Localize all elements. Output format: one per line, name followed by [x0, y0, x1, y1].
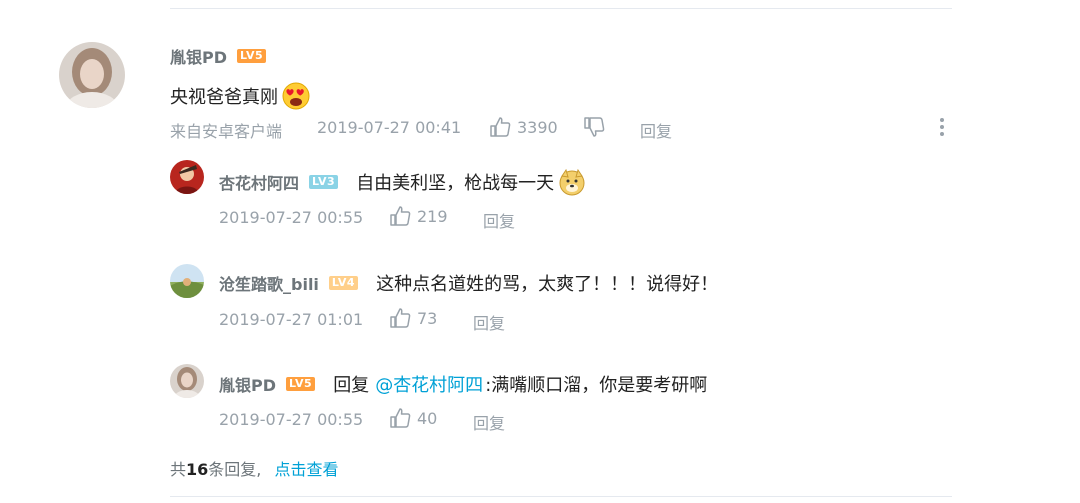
level-badge: LV5 — [286, 377, 316, 391]
reply-avatar[interactable] — [170, 264, 204, 298]
comment-time: 2019-07-27 00:41 — [317, 118, 462, 137]
view-replies-link[interactable]: 点击查看 — [274, 460, 338, 479]
heart-eyes-emoji — [282, 82, 310, 110]
like-count: 219 — [417, 206, 448, 226]
reply-text: 这种点名道姓的骂，太爽了！！！说得好！ — [376, 274, 719, 295]
comment-body: 央视爸爸真刚 — [170, 82, 310, 110]
reply-count-suffix: 条回复, — [208, 460, 262, 479]
like-count: 73 — [417, 308, 438, 328]
reply-avatar[interactable] — [170, 160, 204, 194]
bottom-divider — [170, 496, 952, 497]
reply-text: 自由美利坚，枪战每一天 — [356, 173, 555, 194]
thumbs-up-icon — [389, 307, 411, 329]
username[interactable]: 胤银PD — [170, 44, 227, 68]
reply-username[interactable]: 沧笙踏歌_bili — [219, 271, 319, 295]
avatar-image — [170, 160, 204, 194]
thumbs-up-icon — [489, 116, 511, 138]
avatar[interactable] — [59, 42, 125, 108]
like-button[interactable]: 73 — [389, 307, 437, 329]
comment-text: 央视爸爸真刚 — [170, 87, 278, 108]
reply-time: 2019-07-27 01:01 — [219, 310, 364, 329]
level-badge: LV4 — [328, 276, 359, 290]
reply-header: 沧笙踏歌_bili LV4 这种点名道姓的骂，太爽了！！！说得好！ — [219, 270, 718, 296]
thumbs-up-icon — [389, 407, 411, 429]
reply-username[interactable]: 胤银PD — [219, 372, 276, 396]
reply-button[interactable]: 回复 — [473, 410, 505, 434]
like-count: 3390 — [517, 117, 558, 137]
reply-count: 16 — [186, 460, 209, 479]
reply-header: 杏花村阿四 LV3 自由美利坚，枪战每一天 — [219, 168, 586, 196]
reply-avatar[interactable] — [170, 364, 204, 398]
like-button[interactable]: 219 — [389, 205, 448, 227]
like-count: 40 — [417, 408, 438, 428]
mention-link[interactable]: @杏花村阿四 — [375, 371, 483, 397]
doge-emoji — [558, 168, 586, 196]
reply-count-footer: 共16条回复, 点击查看 — [170, 456, 338, 480]
reply-time: 2019-07-27 00:55 — [219, 410, 364, 429]
like-button[interactable]: 3390 — [489, 116, 558, 138]
comment-source: 来自安卓客户端 — [170, 122, 283, 141]
avatar-image — [170, 364, 204, 398]
thumbs-down-icon — [583, 116, 605, 138]
reply-button[interactable]: 回复 — [473, 310, 505, 334]
reply-prefix: 回复 — [333, 375, 370, 396]
reply-time: 2019-07-27 00:55 — [219, 208, 364, 227]
avatar-image — [59, 42, 125, 108]
level-badge: LV5 — [237, 49, 267, 63]
level-badge: LV3 — [309, 175, 339, 189]
dislike-button[interactable] — [583, 116, 605, 138]
reply-header: 胤银PD LV5 回复 @杏花村阿四 :满嘴顺口溜，你是要考研啊 — [219, 371, 707, 397]
reply-username[interactable]: 杏花村阿四 — [219, 170, 299, 194]
avatar-image — [170, 264, 204, 298]
reply-button[interactable]: 回复 — [640, 118, 672, 142]
reply-count-prefix: 共 — [170, 460, 187, 479]
like-button[interactable]: 40 — [389, 407, 437, 429]
comment-header: 胤银PD LV5 — [170, 44, 267, 68]
reply-text: :满嘴顺口溜，你是要考研啊 — [485, 375, 708, 396]
top-divider — [170, 8, 952, 9]
reply-button[interactable]: 回复 — [483, 208, 515, 232]
more-options-icon[interactable] — [940, 118, 944, 136]
thumbs-up-icon — [389, 205, 411, 227]
